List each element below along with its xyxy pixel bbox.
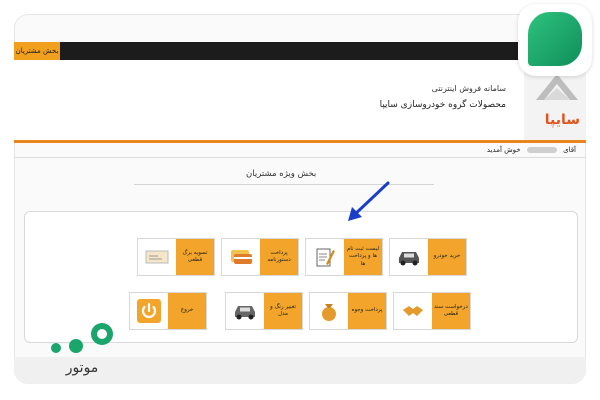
card-payment-icon: [222, 239, 260, 275]
header-title: محصولات گروه خودروسازی سایپا: [379, 100, 506, 110]
tile-change-color-model[interactable]: تغییر رنگ و مدل: [225, 292, 303, 330]
tile-label: تغییر رنگ و مدل: [264, 293, 302, 329]
handshake-icon: [394, 293, 432, 329]
mootoor-logo: موتور: [51, 323, 113, 376]
saipa-logo-text: سایپا: [544, 112, 580, 128]
tile-label: تسویه برگ قطعی: [176, 239, 214, 275]
check-slip-icon: [138, 239, 176, 275]
tile-exit[interactable]: خروج: [129, 292, 207, 330]
car-icon: [390, 239, 428, 275]
tile-label: خرید خودرو: [428, 239, 466, 275]
tile-label: خروج: [168, 293, 206, 329]
welcome-greeting: خوش آمدید: [486, 146, 521, 154]
blurred-username: [526, 147, 557, 153]
section-title: بخش ویژه مشتریان: [246, 169, 317, 179]
brand-chat-icon: [528, 12, 582, 66]
document-pen-icon: [306, 239, 344, 275]
tile-label: پرداخت دستورنامه: [260, 239, 298, 275]
tile-label: لیست ثبت نام ها و پرداخت ها: [344, 239, 382, 275]
brand-badge: [518, 4, 592, 76]
tile-label: درخواست سند قطعی: [432, 293, 470, 329]
annotation-arrow-icon: [348, 181, 390, 221]
car-icon: [226, 293, 264, 329]
divider: [14, 157, 586, 158]
money-bag-icon: [310, 293, 348, 329]
tile-registrations-list[interactable]: لیست ثبت نام ها و پرداخت ها: [305, 238, 383, 276]
mootoor-logo-text: موتور: [65, 360, 99, 376]
power-icon: [130, 293, 168, 329]
top-navigation-bar: بخش مشتریان: [14, 42, 586, 60]
welcome-message: آقای خوش آمدید: [487, 146, 576, 154]
tile-buy-car[interactable]: خرید خودرو: [389, 238, 467, 276]
header-subtitle: سامانه فروش اینترنتی: [431, 84, 506, 93]
customer-section-tab[interactable]: بخش مشتریان: [14, 42, 60, 60]
tile-settlement[interactable]: تسویه برگ قطعی: [137, 238, 215, 276]
tile-pay-order[interactable]: پرداخت دستورنامه: [221, 238, 299, 276]
header-divider: [14, 140, 586, 143]
tile-final-document[interactable]: درخواست سند قطعی: [393, 292, 471, 330]
tile-payments[interactable]: پرداخت وجوه: [309, 292, 387, 330]
welcome-prefix: آقای: [563, 146, 576, 154]
tile-label: پرداخت وجوه: [348, 293, 386, 329]
site-header: سامانه فروش اینترنتی محصولات گروه خودروس…: [14, 60, 586, 140]
